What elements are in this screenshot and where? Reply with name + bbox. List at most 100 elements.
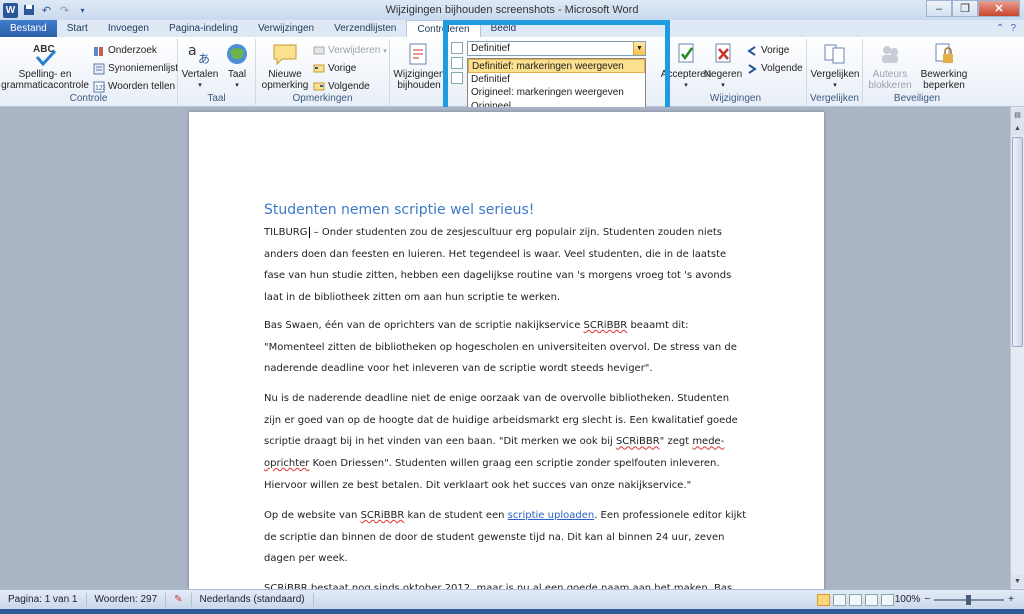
woorden-tellen-button[interactable]: 123 Woorden tellen: [92, 80, 175, 93]
document-page[interactable]: Studenten nemen scriptie wel serieus! TI…: [189, 112, 824, 589]
tab-invoegen[interactable]: Invoegen: [98, 20, 159, 37]
globe-icon: [223, 41, 251, 67]
books-icon: [92, 44, 105, 57]
minimize-ribbon-icon[interactable]: ⌃: [996, 23, 1004, 34]
web-layout-view-icon[interactable]: [849, 593, 862, 606]
dropdown-arrow-icon: ▾: [198, 82, 202, 89]
undo-icon[interactable]: ↶: [39, 3, 54, 18]
help-icon[interactable]: ?: [1010, 23, 1016, 34]
paragraph-5: SCRiBBR bestaat nog sinds oktober 2012, …: [264, 583, 733, 589]
zoom-slider[interactable]: [934, 594, 1005, 605]
save-icon[interactable]: [21, 3, 36, 18]
group-beveiligen: Auteurs blokkeren Bewerking beperken Bev…: [863, 39, 971, 105]
zoom-out-button[interactable]: −: [924, 594, 930, 605]
bewerking-beperken-button[interactable]: Bewerking beperken: [917, 41, 971, 91]
group-controle: ABC Spelling- en grammaticacontrole Onde…: [0, 39, 178, 105]
vergelijken-button[interactable]: Vergelijken ▾: [809, 41, 861, 91]
draft-view-icon[interactable]: [881, 593, 894, 606]
svg-text:a: a: [188, 43, 197, 59]
dropdown-arrow-icon: ▾: [235, 82, 239, 89]
scroll-up-arrow-icon[interactable]: ▲: [1011, 122, 1024, 135]
proofing-icon[interactable]: ✎: [166, 592, 192, 607]
maximize-button[interactable]: ❐: [952, 0, 978, 17]
previous-comment-icon: [312, 62, 325, 75]
spelling-grammar-button[interactable]: ABC Spelling- en grammaticacontrole: [1, 41, 89, 91]
group-label-opmerkingen: Opmerkingen: [292, 93, 353, 104]
spell-error-scribbr: SCRiBBR: [360, 510, 405, 521]
view-buttons: [817, 593, 894, 606]
negeren-button[interactable]: Negeren ▾: [703, 41, 743, 91]
word-count-icon: 123: [92, 80, 105, 93]
dropdown-arrow-icon: ▾: [684, 82, 688, 89]
document-heading: Studenten nemen scriptie wel serieus!: [264, 202, 535, 218]
customize-qat-icon[interactable]: ▾: [75, 3, 90, 18]
synoniemenlijst-button[interactable]: Synoniemenlijst: [92, 62, 178, 75]
zoom-slider-knob[interactable]: [966, 594, 972, 605]
track-changes-icon: [405, 41, 433, 67]
tab-bestand[interactable]: Bestand: [0, 20, 57, 37]
verwijderen-button[interactable]: Verwijderen ▾: [312, 44, 387, 57]
quick-access-toolbar: W ↶ ↷ ▾: [0, 2, 90, 18]
scroll-down-arrow-icon[interactable]: ▼: [1011, 575, 1024, 588]
dropdown-arrow-icon: ▾: [383, 47, 387, 55]
group-taal: aあ Vertalen ▾ Taal ▾ Taal: [178, 39, 256, 105]
wijzigingen-bijhouden-button[interactable]: Wijzigingen bijhouden: [392, 41, 446, 91]
page-count[interactable]: Pagina: 1 van 1: [0, 592, 87, 607]
group-bijhouden: Wijzigingen bijhouden: [390, 39, 446, 105]
close-button[interactable]: ✕: [978, 0, 1020, 17]
paragraph-1: TILBURG – Onder studenten zou de zesjesc…: [264, 227, 732, 304]
zoom-level[interactable]: 100%: [895, 594, 921, 605]
delete-comment-icon: [312, 44, 325, 57]
tab-start[interactable]: Start: [57, 20, 98, 37]
dropdown-arrow-icon: ▾: [721, 82, 725, 89]
previous-change-icon: [745, 44, 758, 57]
translate-icon: aあ: [186, 41, 214, 67]
taal-button[interactable]: Taal ▾: [220, 41, 254, 91]
scroll-thumb[interactable]: [1012, 137, 1023, 347]
scriptie-uploaden-link[interactable]: scriptie uploaden: [508, 510, 595, 521]
word-logo-icon[interactable]: W: [3, 2, 18, 18]
text-cursor: [308, 227, 310, 238]
tab-pagina-indeling[interactable]: Pagina-indeling: [159, 20, 248, 37]
redo-icon[interactable]: ↷: [57, 3, 72, 18]
title-bar: W ↶ ↷ ▾ Wijzigingen bijhouden screenshot…: [0, 0, 1024, 20]
outline-view-icon[interactable]: [865, 593, 878, 606]
minimize-button[interactable]: –: [926, 0, 952, 17]
group-opmerkingen: Nieuwe opmerking Verwijderen ▾ Vorige Vo…: [256, 39, 390, 105]
window-title: Wijzigingen bijhouden screenshots - Micr…: [385, 4, 639, 16]
block-authors-icon: [876, 41, 904, 67]
tab-verzendlijsten[interactable]: Verzendlijsten: [324, 20, 406, 37]
full-screen-reading-view-icon[interactable]: [833, 593, 846, 606]
windows-taskbar: [0, 609, 1024, 614]
svg-text:123: 123: [95, 85, 105, 92]
dropdown-arrow-icon: ▾: [833, 82, 837, 89]
volgende-wijziging-button[interactable]: Volgende: [745, 62, 803, 75]
ruler-toggle-icon[interactable]: ▤: [1011, 108, 1024, 121]
accepteren-button[interactable]: Accepteren ▾: [661, 41, 711, 91]
paragraph-3: Nu is de naderende deadline niet de enig…: [264, 393, 738, 491]
group-label-beveiligen: Beveiligen: [893, 93, 941, 104]
vertical-scrollbar[interactable]: ▤ ▲ ▼: [1010, 107, 1024, 589]
group-vergelijken: Vergelijken ▾ Vergelijken: [807, 39, 863, 105]
language-indicator[interactable]: Nederlands (standaard): [192, 592, 314, 607]
print-layout-view-icon[interactable]: [817, 593, 830, 606]
zoom-in-button[interactable]: +: [1008, 594, 1014, 605]
vertalen-button[interactable]: aあ Vertalen ▾: [180, 41, 220, 91]
vorige-opmerking-button[interactable]: Vorige: [312, 62, 356, 75]
nieuwe-opmerking-button[interactable]: Nieuwe opmerking: [260, 41, 310, 91]
paragraph-2: Bas Swaen, één van de oprichters van de …: [264, 320, 737, 375]
accept-change-icon: [672, 41, 700, 67]
volgende-opmerking-button[interactable]: Volgende: [312, 80, 370, 93]
word-count[interactable]: Woorden: 297: [87, 592, 167, 607]
tab-verwijzingen[interactable]: Verwijzingen: [248, 20, 324, 37]
group-label-controle: Controle: [69, 93, 108, 104]
onderzoek-button[interactable]: Onderzoek: [92, 44, 157, 57]
auteurs-blokkeren-button[interactable]: Auteurs blokkeren: [867, 41, 913, 91]
thesaurus-icon: [92, 62, 105, 75]
spell-error-scribbr: SCRiBBR: [583, 320, 628, 331]
next-change-icon: [745, 62, 758, 75]
abc-check-icon: ABC: [31, 41, 59, 67]
next-comment-icon: [312, 80, 325, 93]
vorige-wijziging-button[interactable]: Vorige: [745, 44, 789, 57]
status-bar: Pagina: 1 van 1 Woorden: 297 ✎ Nederland…: [0, 589, 1024, 609]
